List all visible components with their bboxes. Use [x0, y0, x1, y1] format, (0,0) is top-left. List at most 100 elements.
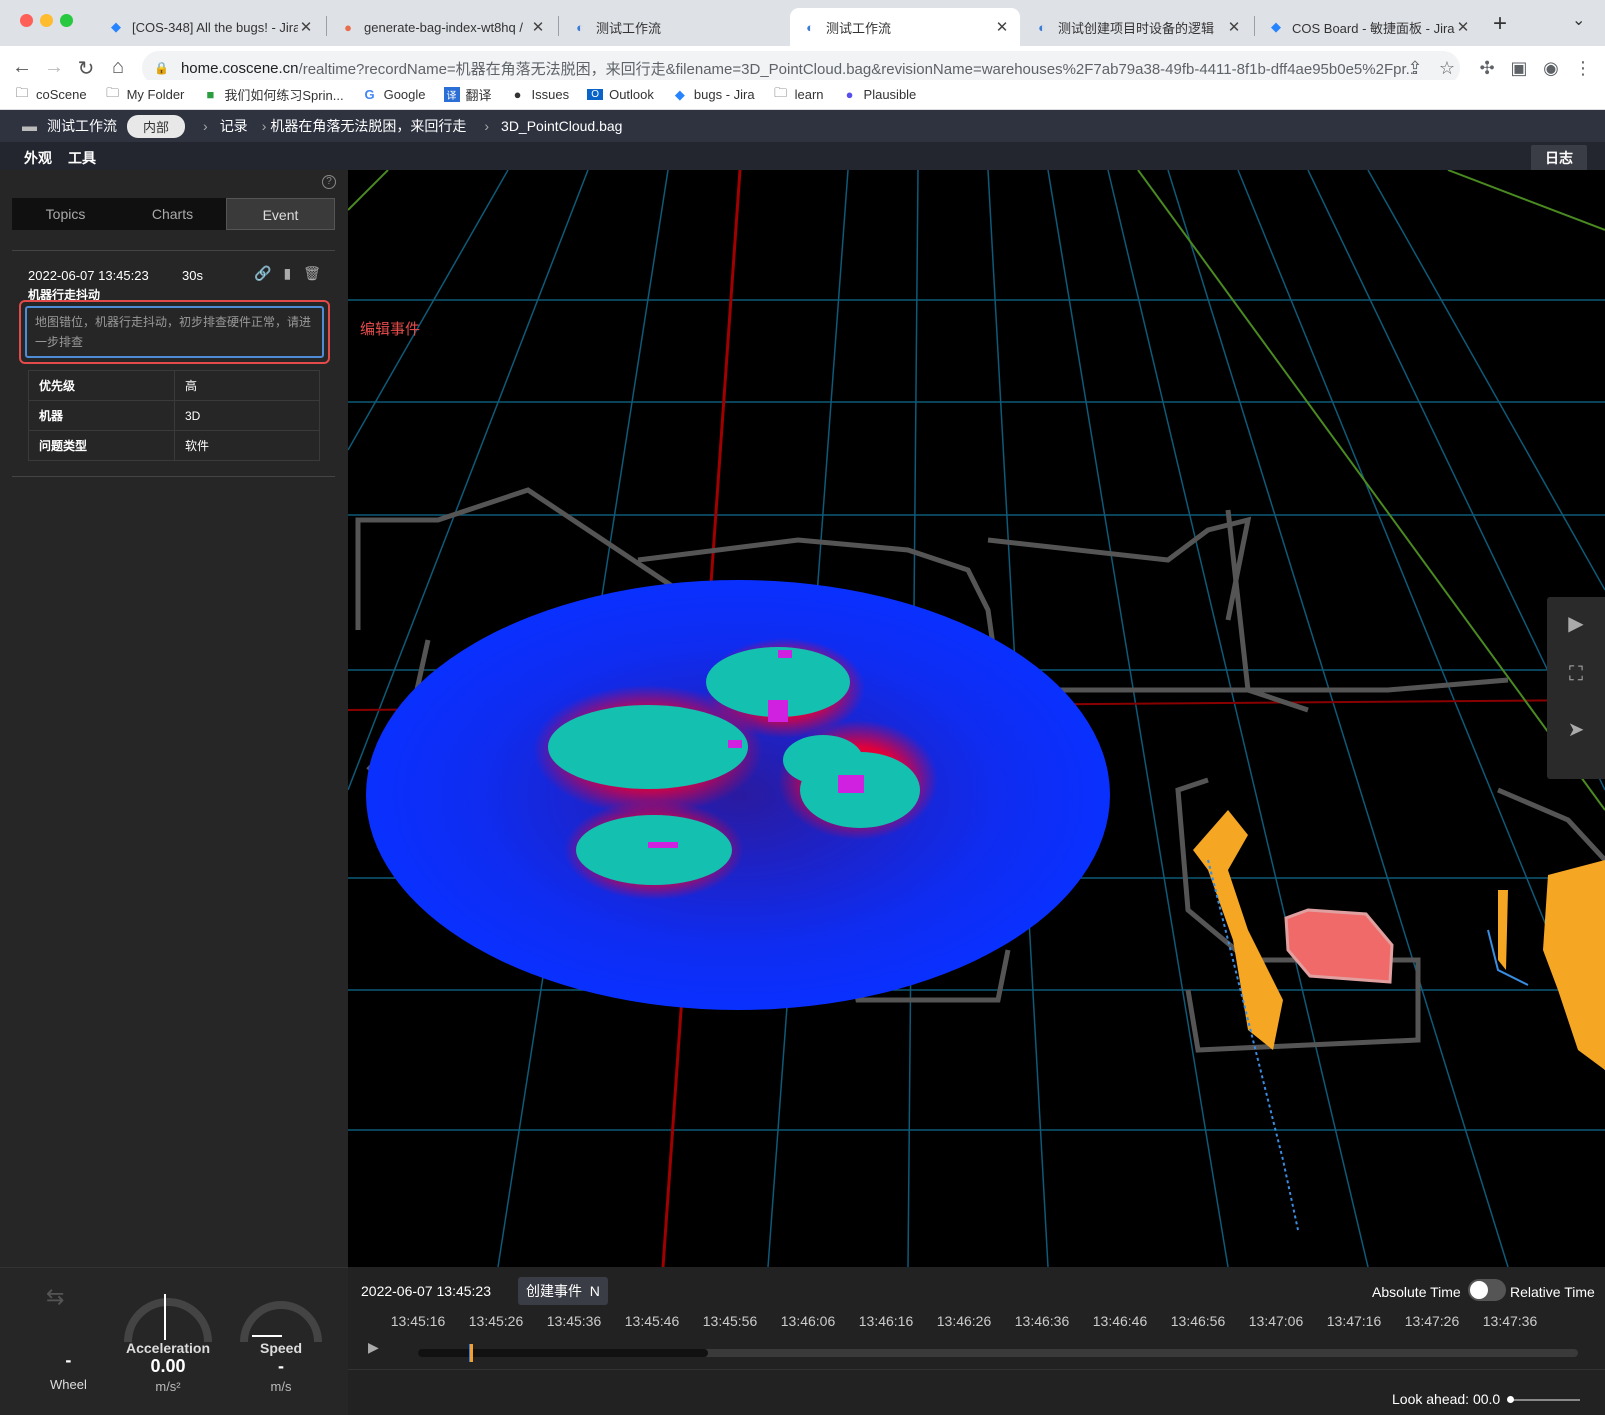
- tick-label: 13:47:26: [1404, 1313, 1460, 1329]
- chevron-right-icon: ›: [261, 118, 267, 134]
- table-row: 优先级高: [28, 370, 320, 401]
- bookmark-translate[interactable]: 译翻译: [443, 85, 492, 104]
- browser-tab-5[interactable]: ◐ 测试创建项目时设备的逻辑 ✕: [1022, 8, 1252, 46]
- extensions-icon[interactable]: ✣: [1476, 58, 1498, 79]
- event-properties-table: 优先级高 机器 3D 问题类型 软件: [28, 370, 320, 461]
- coscene-icon: ◐: [576, 19, 584, 35]
- navigate-icon[interactable]: ➤: [1563, 717, 1589, 742]
- share-icon[interactable]: ⇪: [1404, 58, 1426, 79]
- star-icon[interactable]: ☆: [1436, 58, 1458, 79]
- property-value[interactable]: 高: [174, 370, 320, 401]
- lock-icon[interactable]: 🔒: [154, 61, 169, 75]
- property-key: 机器: [28, 400, 175, 431]
- playback-scrubber[interactable]: [418, 1344, 1578, 1362]
- absolute-time-label: Absolute Time: [1372, 1284, 1461, 1300]
- shortcut-key: N: [589, 1283, 600, 1299]
- profile-avatar-icon[interactable]: ◉: [1540, 58, 1562, 79]
- tick-label: 13:45:26: [468, 1313, 524, 1329]
- bookmark-coscene[interactable]: 🗀 coScene: [14, 84, 86, 106]
- bookmark-google[interactable]: G Google: [362, 87, 426, 102]
- playhead[interactable]: [469, 1344, 474, 1362]
- bookmark-learn[interactable]: 🗀 learn: [773, 84, 823, 106]
- app-menu-bar: 外观 工具 日志: [0, 142, 1605, 171]
- bookmark-icon[interactable]: ▮: [283, 265, 291, 282]
- log-button[interactable]: 日志: [1531, 145, 1587, 171]
- plausible-icon: ●: [845, 87, 854, 102]
- translate-icon: 译: [443, 87, 460, 102]
- new-tab-icon[interactable]: +: [1493, 10, 1507, 38]
- more-menu-icon[interactable]: ⋮: [1572, 58, 1594, 79]
- folder-icon: ▬: [22, 117, 37, 135]
- window-zoom-button[interactable]: [60, 14, 73, 27]
- property-value[interactable]: 软件: [174, 430, 320, 461]
- create-event-button[interactable]: 创建事件 N: [518, 1277, 608, 1305]
- gauge-panel: ⇆ - Wheel Acceleration 0.00 m/s² Speed -…: [0, 1267, 348, 1415]
- close-tab-icon[interactable]: ✕: [298, 18, 314, 36]
- browser-tab-4-active[interactable]: ◐ 测试工作流 ✕: [790, 8, 1020, 46]
- table-row: 机器 3D: [28, 400, 320, 431]
- look-ahead-slider[interactable]: [1507, 1396, 1580, 1403]
- tick-label: 13:47:36: [1482, 1313, 1538, 1329]
- browser-tab-1[interactable]: ◆ [COS-348] All the bugs! - Jira ✕: [96, 8, 324, 46]
- breadcrumb-record[interactable]: 机器在角落无法脱困，来回行走: [270, 116, 466, 136]
- 3d-viewport[interactable]: [348, 170, 1605, 1267]
- bookmark-my-folder[interactable]: 🗀 My Folder: [105, 84, 184, 106]
- window-minimize-button[interactable]: [40, 14, 53, 27]
- breadcrumb-records[interactable]: 记录: [220, 116, 248, 136]
- chevron-right-icon: ›: [203, 118, 208, 134]
- bookmark-sprint[interactable]: ■ 我们如何练习Sprin...: [202, 85, 343, 104]
- app-breadcrumb-bar: ▬ 测试工作流 内部 › 记录 › 机器在角落无法脱困，来回行走 › 3D_Po…: [0, 110, 1605, 142]
- left-panel: ? Topics Charts Event 2022-06-07 13:45:2…: [0, 170, 348, 1267]
- forward-icon[interactable]: →: [42, 56, 66, 79]
- menu-appearance[interactable]: 外观: [24, 148, 52, 168]
- tick-label: 13:47:06: [1248, 1313, 1304, 1329]
- help-icon[interactable]: ?: [322, 175, 336, 189]
- breadcrumb-file[interactable]: 3D_PointCloud.bag: [501, 118, 622, 134]
- look-ahead-label: Look ahead: 00.0: [1392, 1391, 1501, 1407]
- window-close-button[interactable]: [20, 14, 33, 27]
- reload-icon[interactable]: ↻: [74, 56, 98, 81]
- back-icon[interactable]: ←: [10, 56, 34, 79]
- event-description-input[interactable]: 地图错位，机器行走抖动，初步排查硬件正常，请进一步排查: [25, 306, 324, 358]
- menu-tools[interactable]: 工具: [68, 148, 96, 168]
- browser-tab-bar: ◆ [COS-348] All the bugs! - Jira ✕ ● gen…: [0, 0, 1605, 46]
- property-value[interactable]: 3D: [174, 400, 320, 431]
- link-icon[interactable]: 🔗: [254, 265, 271, 282]
- play-icon[interactable]: ▶: [368, 1339, 379, 1356]
- wheel-arrows-icon: ⇆: [46, 1284, 65, 1309]
- chevron-right-icon: ›: [484, 118, 490, 134]
- chevron-down-icon[interactable]: ⌄: [1572, 10, 1585, 30]
- tick-label: 13:46:26: [936, 1313, 992, 1329]
- speed-gauge: Speed - m/s: [236, 1340, 326, 1394]
- browser-tab-6[interactable]: ◆ COS Board - 敏捷面板 - Jira ✕: [1256, 8, 1481, 46]
- tab-event[interactable]: Event: [226, 198, 335, 230]
- tab-charts[interactable]: Charts: [119, 198, 226, 230]
- close-tab-icon[interactable]: ✕: [994, 18, 1010, 36]
- close-tab-icon[interactable]: ✕: [1455, 18, 1471, 36]
- bookmarks-bar: 🗀 coScene 🗀 My Folder ■ 我们如何练习Sprin... G Goo…: [0, 80, 1605, 110]
- close-tab-icon[interactable]: ✕: [530, 18, 546, 36]
- wheel-gauge: - Wheel: [50, 1350, 87, 1392]
- trash-icon[interactable]: 🗑: [303, 265, 321, 282]
- side-panel-icon[interactable]: ▣: [1508, 58, 1530, 79]
- outlook-icon: O: [587, 89, 604, 100]
- camera-icon[interactable]: ▶: [1563, 611, 1589, 636]
- bookmark-issues[interactable]: ● Issues: [510, 87, 570, 102]
- property-key: 优先级: [28, 370, 175, 401]
- tab-topics[interactable]: Topics: [12, 198, 119, 230]
- bookmark-bugs-jira[interactable]: ◆ bugs - Jira: [672, 87, 755, 103]
- close-tab-icon[interactable]: ✕: [1226, 18, 1242, 36]
- time-mode-toggle[interactable]: [1468, 1279, 1506, 1301]
- browser-tab-2[interactable]: ● generate-bag-index-wt8hq / ✕: [328, 8, 556, 46]
- folder-icon: 🗀: [774, 84, 788, 100]
- coscene-icon: ◐: [1038, 19, 1046, 35]
- google-icon: G: [364, 87, 375, 102]
- speed-unit: m/s: [270, 1379, 292, 1394]
- home-icon[interactable]: ⌂: [106, 56, 130, 79]
- bookmark-plausible[interactable]: ● Plausible: [842, 87, 917, 102]
- browser-tab-3[interactable]: ◐ 测试工作流: [560, 8, 788, 46]
- bookmark-outlook[interactable]: O Outlook: [587, 87, 654, 102]
- tick-label: 13:46:36: [1014, 1313, 1070, 1329]
- fullscreen-icon[interactable]: ⛶: [1563, 663, 1589, 686]
- breadcrumb-project[interactable]: 测试工作流: [47, 116, 117, 136]
